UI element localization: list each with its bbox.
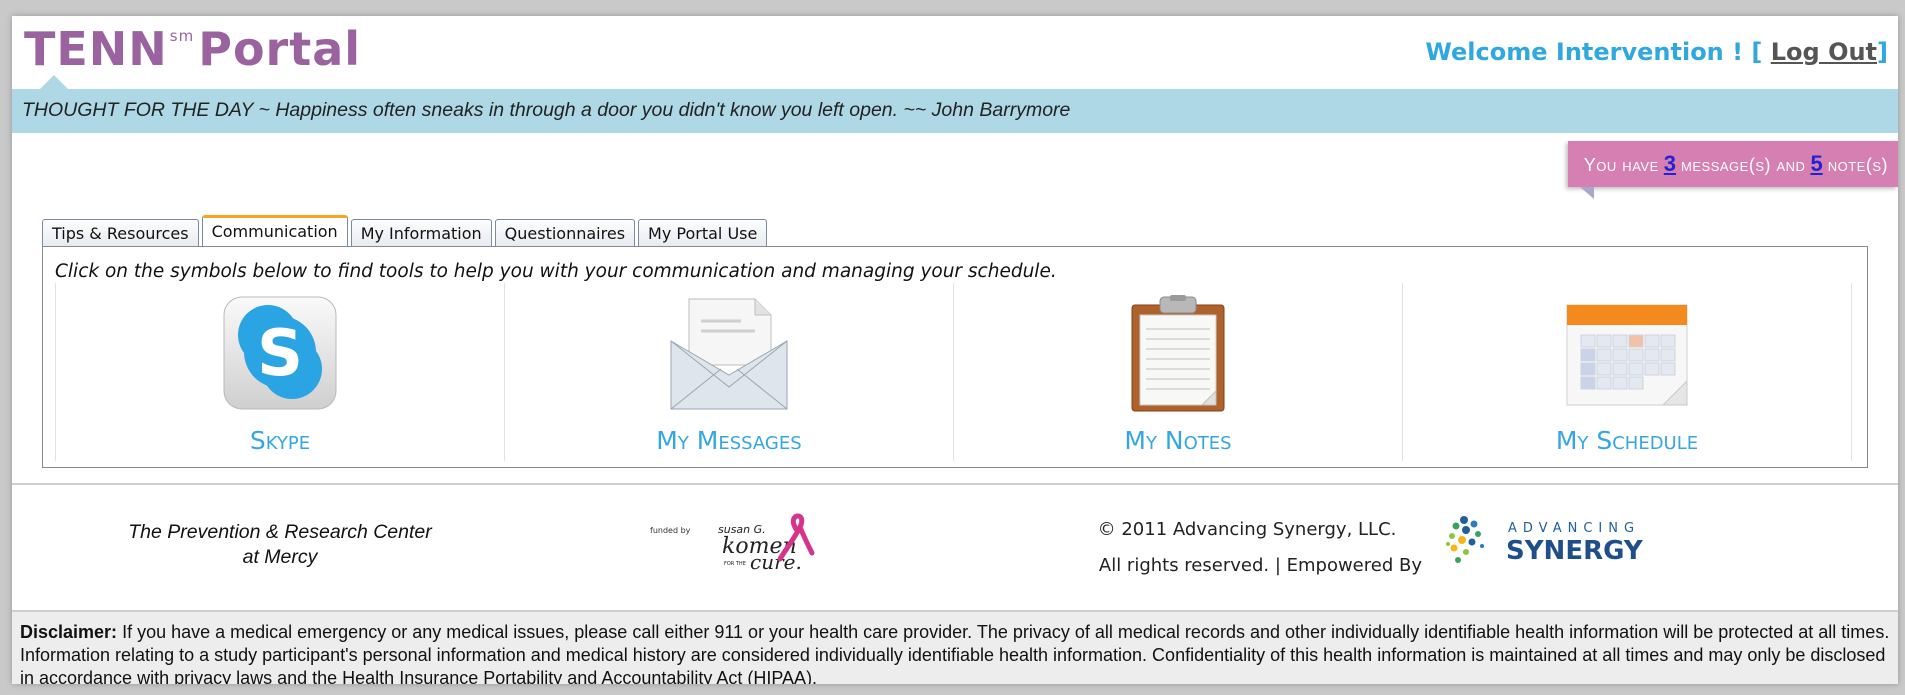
tab-questionnaires[interactable]: Questionnaires (494, 219, 636, 247)
tab-communication[interactable]: Communication (201, 215, 348, 247)
message-count-link[interactable]: 3 (1664, 151, 1676, 176)
panel-intro: Click on the symbols below to find tools… (55, 261, 1057, 282)
logout-link[interactable]: Log Out (1771, 38, 1877, 66)
my-schedule-label[interactable]: My Schedule (1403, 426, 1851, 455)
notif-middle: message(s) and (1681, 155, 1806, 175)
notification-badge: You have 3 message(s) and 5 note(s) (1567, 141, 1898, 187)
welcome-message: Welcome Intervention ! [ Log Out] (1425, 38, 1888, 66)
notif-suffix: note(s) (1827, 155, 1888, 175)
note-count-link[interactable]: 5 (1810, 151, 1822, 176)
welcome-text: Welcome Intervention ! [ (1425, 38, 1763, 66)
disclaimer-text: If you have a medical emergency or any m… (20, 622, 1890, 684)
communication-panel: Click on the symbols below to find tools… (42, 246, 1868, 468)
envelope-icon[interactable] (667, 295, 791, 413)
rights-text: All rights reserved. | Empowered By (1098, 555, 1422, 576)
tab-tips-resources[interactable]: Tips & Resources (42, 219, 199, 247)
notif-prefix: You have (1583, 155, 1659, 175)
komen-logo[interactable]: funded by susan G. komen FOR THE cure. (648, 509, 818, 574)
synergy-dots-icon (1446, 516, 1484, 563)
tool-skype[interactable]: S Skype (55, 283, 504, 461)
tool-my-messages[interactable]: My Messages (504, 283, 953, 461)
thought-pointer (40, 75, 68, 89)
logo-main: TENN (24, 22, 168, 76)
org-line-2: at Mercy (242, 546, 318, 568)
my-notes-label[interactable]: My Notes (954, 426, 1402, 455)
clipboard-icon[interactable] (1116, 295, 1240, 413)
my-messages-label[interactable]: My Messages (505, 426, 953, 455)
tab-my-information[interactable]: My Information (350, 219, 492, 247)
copyright-text: © 2011 Advancing Synergy, LLC. (1097, 519, 1397, 540)
portal-page: TENN smPortal Welcome Intervention ! [ Lo… (12, 16, 1898, 684)
komen-for-the: FOR THE (724, 561, 746, 567)
calendar-icon[interactable] (1565, 295, 1689, 413)
copyright-block: © 2011 Advancing Synergy, LLC. All right… (1082, 512, 1422, 584)
tool-my-notes[interactable]: My Notes (953, 283, 1402, 461)
org-line-1: The Prevention & Research Center (128, 521, 432, 543)
disclaimer-label: Disclaimer: (20, 622, 118, 642)
welcome-close: ] (1877, 38, 1888, 66)
logo-portal: Portal (198, 22, 362, 76)
synergy-top-text: ADVANCING (1508, 521, 1640, 536)
footer-divider (12, 483, 1898, 485)
disclaimer: Disclaimer: If you have a medical emerge… (12, 610, 1898, 684)
logo-sup: sm (169, 26, 195, 45)
badge-fold (1580, 187, 1594, 199)
skype-label[interactable]: Skype (56, 426, 504, 455)
skype-icon[interactable]: S (218, 295, 342, 413)
tool-grid: S Skype My Messages My Notes My Schedule (55, 283, 1852, 461)
thought-for-the-day: THOUGHT FOR THE DAY ~ Happiness often sn… (12, 89, 1898, 133)
synergy-bottom-text: SYNERGY (1506, 536, 1644, 566)
tab-bar: Tips & Resources Communication My Inform… (42, 215, 770, 247)
svg-text:S: S (257, 317, 303, 391)
org-name: The Prevention & Research Center at Merc… (110, 520, 450, 570)
komen-cure: cure. (750, 550, 802, 573)
tab-my-portal-use[interactable]: My Portal Use (638, 219, 768, 247)
advancing-synergy-logo[interactable]: ADVANCING SYNERGY (1442, 510, 1682, 572)
komen-funded: funded by (650, 526, 691, 535)
tool-my-schedule[interactable]: My Schedule (1402, 283, 1852, 461)
portal-logo[interactable]: TENN smPortal (24, 22, 361, 76)
